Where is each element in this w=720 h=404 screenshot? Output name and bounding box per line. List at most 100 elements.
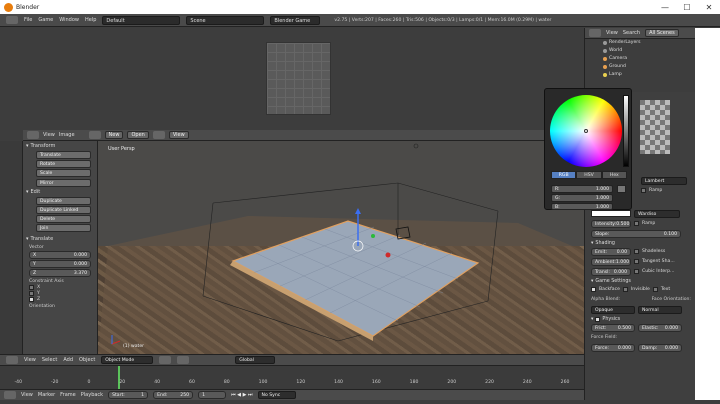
engine-selector[interactable]: Blender Game (270, 15, 321, 25)
current-frame-field[interactable]: 1 (198, 391, 227, 399)
backface-checkbox[interactable] (591, 287, 596, 292)
vector-x-field[interactable]: X 0.000 (29, 251, 91, 259)
pin-icon[interactable] (152, 131, 165, 139)
editor-type-icon[interactable] (589, 29, 601, 37)
specular-ramp-checkbox[interactable] (634, 221, 639, 226)
tangent-shading-checkbox[interactable] (634, 259, 639, 264)
new-image-button[interactable]: New (104, 131, 124, 139)
shading-icon[interactable] (159, 356, 172, 364)
diffuse-shader-dropdown[interactable]: Lambert (641, 176, 687, 185)
menu-window[interactable]: Window (59, 17, 79, 23)
friction-field[interactable]: Frict: 0.500 (591, 323, 635, 332)
ambient-field[interactable]: Ambient: 1.000 (591, 257, 631, 266)
color-wheel-cursor[interactable] (584, 129, 588, 133)
value-slider[interactable] (623, 95, 629, 167)
tab-rgb[interactable]: RGB (551, 171, 577, 179)
end-frame-field[interactable]: End: 250 (153, 391, 194, 399)
specular-intensity-field[interactable]: Intensity: 0.500 (591, 219, 631, 228)
tab-hsv[interactable]: HSV (576, 171, 602, 179)
playback-controls[interactable]: ⏮ ◀ ▶ ⏭ (231, 392, 252, 398)
mode-selector[interactable]: Object Mode (101, 356, 154, 364)
3d-viewport[interactable]: User Persp (1) water (98, 141, 584, 354)
face-orientation-dropdown[interactable]: Normal (638, 305, 682, 314)
elasticity-field[interactable]: Elastic: 0.000 (638, 323, 682, 332)
constraint-x-checkbox[interactable]: X (29, 285, 91, 290)
pivot-icon[interactable] (177, 356, 190, 364)
specular-shader-dropdown[interactable]: Wardiso (634, 209, 680, 218)
menu-select[interactable]: Select (42, 357, 57, 363)
menu-search[interactable]: Search (623, 30, 640, 36)
maximize-button[interactable]: ☐ (676, 3, 698, 12)
y-axis-handle[interactable] (371, 234, 375, 238)
vector-z-field[interactable]: Z 3.370 (29, 269, 91, 277)
editor-type-icon[interactable] (6, 356, 18, 364)
outliner-item-ground[interactable]: Ground (585, 63, 695, 71)
menu-playback[interactable]: Playback (81, 392, 103, 398)
join-button[interactable]: Join (36, 224, 91, 232)
outliner-item-renderlayers[interactable]: RenderLayers (585, 39, 695, 47)
tool-tabs[interactable] (0, 141, 23, 354)
editor-type-icon[interactable] (4, 391, 16, 399)
damping-field[interactable]: Damp: 0.000 (638, 343, 682, 352)
duplicate-linked-button[interactable]: Duplicate Linked (36, 206, 91, 214)
menu-file[interactable]: File (24, 17, 32, 23)
eyedropper-icon[interactable] (617, 185, 626, 193)
menu-view[interactable]: View (21, 392, 33, 398)
minimize-button[interactable]: — (654, 3, 676, 12)
emit-field[interactable]: Emit: 0.00 (591, 247, 631, 256)
outliner-item-lamp[interactable]: Lamp (585, 71, 695, 79)
physics-section-header[interactable]: ▾ Physics (591, 317, 691, 322)
rotate-button[interactable]: Rotate (36, 160, 91, 168)
menu-view[interactable]: View (606, 30, 618, 36)
cubic-interp-checkbox[interactable] (634, 269, 639, 274)
menu-marker[interactable]: Marker (38, 392, 55, 398)
green-channel-field[interactable]: G: 1.000 (551, 194, 613, 202)
constraint-y-checkbox[interactable]: Y (29, 291, 91, 296)
tab-hex[interactable]: Hex (601, 171, 627, 179)
shading-section-header[interactable]: ▾ Shading (591, 241, 691, 246)
scale-button[interactable]: Scale (36, 169, 91, 177)
invisible-checkbox[interactable] (622, 287, 628, 292)
translucency-field[interactable]: Transl: 0.000 (591, 267, 631, 276)
translate-operator-header[interactable]: ▾ Translate (23, 234, 97, 243)
outliner-item-camera[interactable]: Camera (585, 55, 695, 63)
x-axis-handle[interactable] (385, 252, 391, 258)
vector-y-field[interactable]: Y 0.000 (29, 260, 91, 268)
view-mode-dropdown[interactable]: View (168, 131, 189, 139)
edit-section-header[interactable]: ▾ Edit (23, 187, 97, 196)
timeline[interactable]: -40 -20 0 20 40 60 80 100 120 140 160 180 200 220 2… (0, 365, 584, 390)
menu-view[interactable]: View (43, 132, 55, 138)
layout-selector[interactable]: Default (102, 15, 181, 25)
close-button[interactable]: ✕ (698, 3, 720, 12)
mirror-button[interactable]: Mirror (36, 179, 91, 187)
force-field[interactable]: Force: 0.000 (591, 343, 635, 352)
text-checkbox[interactable] (652, 287, 658, 292)
editor-type-icon[interactable] (27, 131, 39, 139)
slope-field[interactable]: Slope: 0.100 (591, 229, 681, 238)
delete-button[interactable]: Delete (36, 215, 91, 223)
lamp-object[interactable] (413, 143, 419, 149)
start-frame-field[interactable]: Start: 1 (108, 391, 149, 399)
image-browse-icon[interactable] (88, 131, 101, 139)
menu-game[interactable]: Game (38, 17, 53, 23)
scene-selector[interactable]: Scene (186, 15, 265, 25)
menu-frame[interactable]: Frame (60, 392, 76, 398)
menu-view[interactable]: View (24, 357, 36, 363)
alpha-blend-dropdown[interactable]: Opaque (591, 305, 635, 314)
open-image-button[interactable]: Open (127, 131, 149, 139)
specular-color-swatch[interactable] (591, 210, 631, 217)
menu-image[interactable]: Image (59, 132, 75, 138)
editor-type-icon[interactable] (6, 16, 18, 24)
menu-object[interactable]: Object (79, 357, 95, 363)
constraint-z-checkbox[interactable]: Z (29, 297, 91, 302)
red-channel-field[interactable]: R: 1.000 (551, 185, 613, 193)
duplicate-button[interactable]: Duplicate (36, 197, 91, 205)
orientation-selector[interactable]: Global (235, 356, 276, 364)
transform-section-header[interactable]: ▾ Transform (23, 141, 97, 150)
shadeless-checkbox[interactable] (634, 249, 639, 254)
sync-selector[interactable]: No Sync (257, 391, 296, 399)
blue-channel-field[interactable]: B: 1.000 (551, 203, 613, 210)
display-mode-dropdown[interactable]: All Scenes (645, 29, 679, 37)
menu-help[interactable]: Help (85, 17, 96, 23)
outliner-item-world[interactable]: World (585, 47, 695, 55)
